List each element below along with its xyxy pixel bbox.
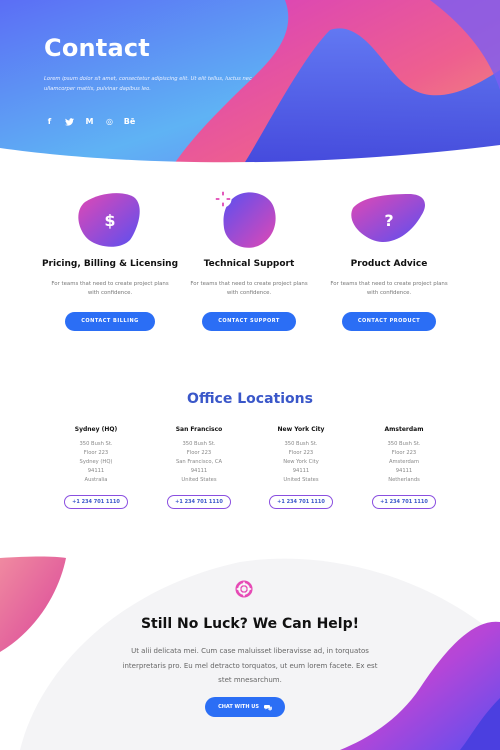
contact-product-button[interactable]: CONTACT PRODUCT	[341, 312, 437, 331]
office-phone-button[interactable]: +1 234 701 1110	[372, 495, 436, 509]
contact-page: Contact Lorem ipsum dolor sit amet, cons…	[0, 0, 500, 750]
support-blob	[214, 190, 284, 250]
card-text: For teams that need to create project pl…	[51, 281, 169, 296]
office-amsterdam: Amsterdam 350 Bush St. Floor 223 Amsterdam…	[354, 426, 454, 509]
chat-button-label: CHAT WITH US	[218, 704, 259, 710]
office-address: 350 Bush St. Floor 223 New York City 94111 U…	[283, 441, 319, 483]
support-cards: $ Pricing, Billing & Licensing For teams…	[0, 190, 500, 340]
office-sydney: Sydney (HQ) 350 Bush St. Floor 223 Sydney …	[46, 426, 146, 509]
card-support: Technical Support For teams that need to…	[174, 190, 324, 331]
card-text: For teams that need to create project pl…	[330, 281, 448, 296]
question-icon: ?	[384, 210, 394, 230]
chat-with-us-button[interactable]: CHAT WITH US	[205, 697, 285, 717]
page-title: Contact	[44, 34, 150, 62]
billing-blob: $	[75, 190, 145, 250]
office-city: San Francisco	[175, 426, 223, 433]
card-text: For teams that need to create project pl…	[190, 281, 308, 296]
product-blob: ?	[351, 190, 425, 250]
twitter-icon[interactable]	[64, 116, 75, 127]
office-city: New York City	[277, 426, 325, 433]
hero-section: Contact Lorem ipsum dolor sit amet, cons…	[0, 0, 500, 170]
office-city: Sydney (HQ)	[74, 426, 118, 433]
office-locations-title: Office Locations	[187, 391, 313, 407]
office-address: 350 Bush St. Floor 223 Sydney (HQ) 94111 Aus…	[79, 441, 113, 483]
card-title: Technical Support	[203, 259, 295, 269]
dribbble-icon[interactable]: ◎	[104, 116, 115, 127]
office-san-francisco: San Francisco 350 Bush St. Floor 223 San F…	[149, 426, 249, 509]
office-address: 350 Bush St. Floor 223 San Francisco, CA 94…	[175, 441, 223, 483]
office-city: Amsterdam	[384, 426, 424, 433]
dollar-icon: $	[104, 210, 116, 230]
office-phone-button[interactable]: +1 234 701 1110	[64, 495, 128, 509]
help-title: Still No Luck? We Can Help!	[140, 616, 360, 632]
card-product: ? Product Advice For teams that need to …	[314, 190, 464, 331]
card-billing: $ Pricing, Billing & Licensing For teams…	[35, 190, 185, 331]
lifebuoy-icon	[214, 190, 284, 250]
social-links: f M ◎ Bē	[44, 116, 136, 127]
card-title: Product Advice	[350, 259, 428, 269]
help-text: Ut alii delicata mei. Cum case maluisset…	[122, 647, 378, 684]
behance-icon[interactable]: Bē	[124, 116, 136, 127]
office-new-york: New York City 350 Bush St. Floor 223 New Y…	[251, 426, 351, 509]
contact-support-button[interactable]: CONTACT SUPPORT	[202, 312, 296, 331]
office-address: 350 Bush St. Floor 223 Amsterdam 94111 Nethe…	[387, 441, 421, 483]
card-title: Pricing, Billing & Licensing	[41, 259, 179, 269]
chat-icon	[263, 704, 272, 711]
facebook-icon[interactable]: f	[44, 116, 55, 127]
hero-description: Lorem ipsum dolor sit amet, consectetur …	[44, 76, 252, 92]
contact-billing-button[interactable]: CONTACT BILLING	[65, 312, 155, 331]
lifebuoy-icon	[235, 580, 253, 598]
office-phone-button[interactable]: +1 234 701 1110	[167, 495, 231, 509]
medium-icon[interactable]: M	[84, 116, 95, 127]
office-phone-button[interactable]: +1 234 701 1110	[269, 495, 333, 509]
help-section: Still No Luck? We Can Help! Ut alii deli…	[0, 548, 500, 750]
